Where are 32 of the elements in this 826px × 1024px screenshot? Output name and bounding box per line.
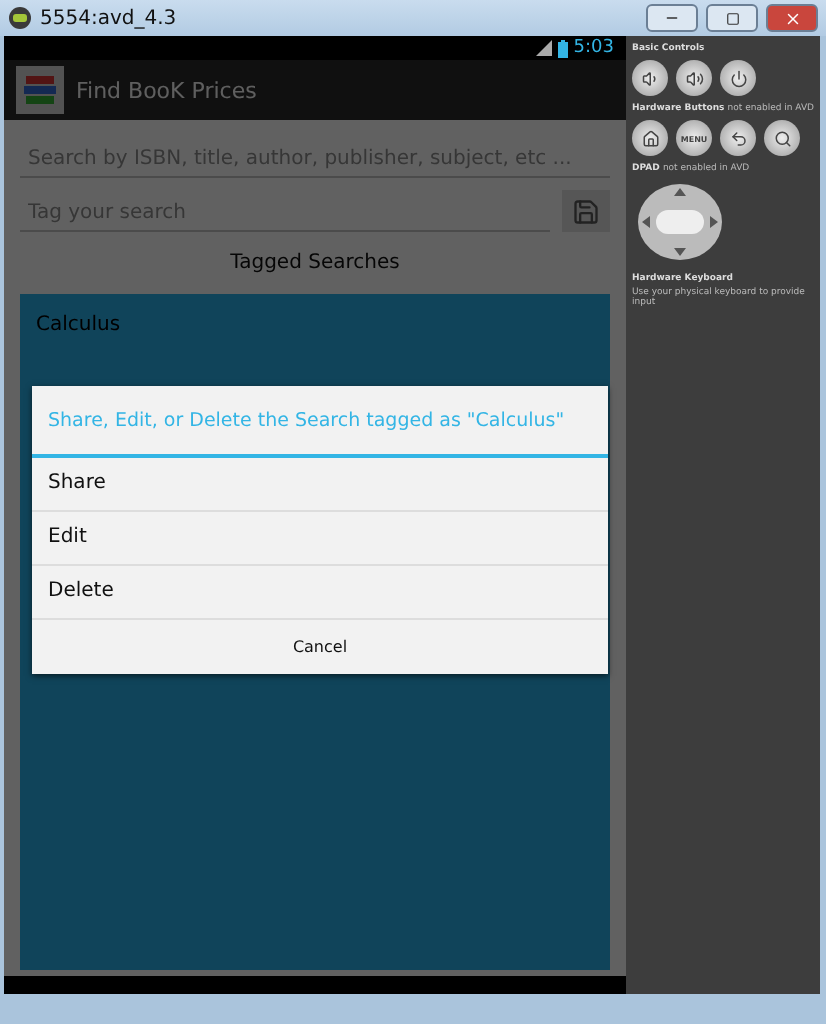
cancel-button[interactable]: Cancel <box>32 620 608 674</box>
power-button[interactable] <box>720 60 757 96</box>
close-icon <box>783 9 801 27</box>
dialog-option[interactable]: Edit <box>32 512 608 566</box>
books-icon <box>16 66 64 114</box>
signal-icon <box>535 40 552 56</box>
back-arrow-icon <box>729 129 748 147</box>
back-button[interactable] <box>720 120 757 156</box>
power-icon <box>729 69 748 87</box>
window-title: 5554:avd_4.3 <box>40 7 179 29</box>
app-title: Find BooK Prices <box>76 77 257 103</box>
volume-up-icon <box>685 69 704 87</box>
volume-down-button[interactable] <box>632 60 669 96</box>
dpad-drawing[interactable] <box>636 182 725 262</box>
close-button[interactable] <box>766 4 818 32</box>
volume-down-icon <box>641 69 660 87</box>
minimize-button[interactable] <box>646 4 698 32</box>
maximize-icon <box>725 11 739 25</box>
android-icon <box>8 6 32 30</box>
search-button[interactable] <box>764 120 801 156</box>
clock-time: 5:03 <box>573 38 615 58</box>
battery-icon <box>557 39 568 57</box>
dialog-option[interactable]: Share <box>32 458 608 512</box>
search-icon <box>773 129 792 147</box>
volume-up-button[interactable] <box>676 60 713 96</box>
home-button[interactable] <box>632 120 669 156</box>
section-title: Tagged Searches <box>228 250 402 278</box>
save-button[interactable] <box>562 190 611 232</box>
dialog-option[interactable]: Delete <box>32 566 608 620</box>
home-icon <box>641 129 660 147</box>
dialog-title: Share, Edit, or Delete the Search tagged as "Calculus" <box>32 386 608 458</box>
maximize-button[interactable] <box>706 4 758 32</box>
